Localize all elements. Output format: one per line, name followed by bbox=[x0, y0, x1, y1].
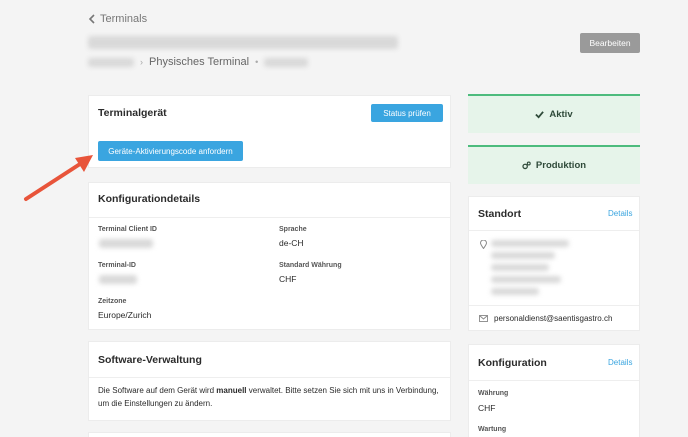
location-title: Standort bbox=[478, 208, 522, 220]
currency-value: CHF bbox=[279, 274, 297, 284]
address-line-redacted bbox=[491, 252, 555, 259]
status-active-label: Aktiv bbox=[549, 109, 573, 120]
maintenance-label: Wartung bbox=[478, 426, 507, 433]
timezone-value: Europe/Zurich bbox=[98, 310, 152, 320]
language-value: de-CH bbox=[279, 238, 304, 248]
address-line-redacted bbox=[491, 276, 561, 283]
configuration-details-link[interactable]: Details bbox=[608, 358, 632, 367]
status-check-button[interactable]: Status prüfen bbox=[371, 104, 443, 122]
back-link[interactable]: Terminals bbox=[88, 13, 147, 25]
gears-icon bbox=[522, 161, 531, 170]
check-icon bbox=[535, 111, 545, 119]
divider bbox=[469, 230, 639, 231]
terminal-id-label: Terminal-ID bbox=[98, 262, 136, 269]
location-card: Standort Details personaldienst@saentisg… bbox=[468, 196, 640, 331]
back-link-label: Terminals bbox=[100, 13, 148, 25]
chevron-left-icon bbox=[88, 14, 95, 24]
terminal-number-redacted bbox=[88, 57, 134, 67]
software-management-card: Software-Verwaltung Die Software auf dem… bbox=[88, 341, 451, 421]
location-email[interactable]: personaldienst@saentisgastro.ch bbox=[494, 314, 612, 323]
divider bbox=[89, 377, 450, 378]
language-label: Sprache bbox=[279, 226, 307, 233]
address-line-redacted bbox=[491, 264, 549, 271]
client-id-label: Terminal Client ID bbox=[98, 226, 157, 233]
divider bbox=[89, 217, 450, 218]
status-production: Produktion bbox=[468, 145, 640, 184]
config-currency-label: Währung bbox=[478, 390, 509, 397]
timezone-label: Zeitzone bbox=[98, 298, 127, 305]
address-line-redacted bbox=[491, 240, 569, 247]
client-id-redacted bbox=[99, 239, 153, 248]
terminal-device-title: Terminalgerät bbox=[98, 107, 167, 119]
next-card bbox=[88, 432, 451, 437]
divider bbox=[469, 305, 639, 306]
breadcrumb: › Physisches Terminal • bbox=[88, 56, 309, 68]
status-active: Aktiv bbox=[468, 94, 640, 133]
config-currency-value: CHF bbox=[478, 403, 496, 413]
breadcrumb-type: Physisches Terminal bbox=[149, 56, 250, 68]
envelope-icon bbox=[479, 315, 488, 322]
status-production-label: Produktion bbox=[535, 160, 587, 171]
terminal-device-card: Terminalgerät Status prüfen Geräte-Aktiv… bbox=[88, 95, 451, 168]
address-line-redacted bbox=[491, 288, 539, 295]
software-management-text: Die Software auf dem Gerät wird manuell … bbox=[98, 386, 439, 408]
terminal-id-redacted bbox=[99, 275, 137, 284]
configuration-card: Konfiguration Details Währung CHF Wartun… bbox=[468, 344, 640, 437]
location-details-link[interactable]: Details bbox=[608, 209, 632, 218]
software-management-title: Software-Verwaltung bbox=[98, 354, 202, 366]
configuration-title: Konfiguration bbox=[478, 357, 547, 369]
config-details-card: Konfigurationdetails Terminal Client ID … bbox=[88, 182, 451, 330]
serial-redacted bbox=[264, 57, 309, 67]
config-details-title: Konfigurationdetails bbox=[98, 193, 201, 205]
map-pin-icon bbox=[480, 240, 487, 249]
currency-label: Standard Währung bbox=[279, 262, 342, 269]
divider bbox=[469, 380, 639, 381]
terminal-title-redacted bbox=[88, 36, 398, 49]
request-activation-code-button[interactable]: Geräte-Aktivierungscode anfordern bbox=[98, 141, 243, 161]
edit-button[interactable]: Bearbeiten bbox=[580, 33, 640, 53]
